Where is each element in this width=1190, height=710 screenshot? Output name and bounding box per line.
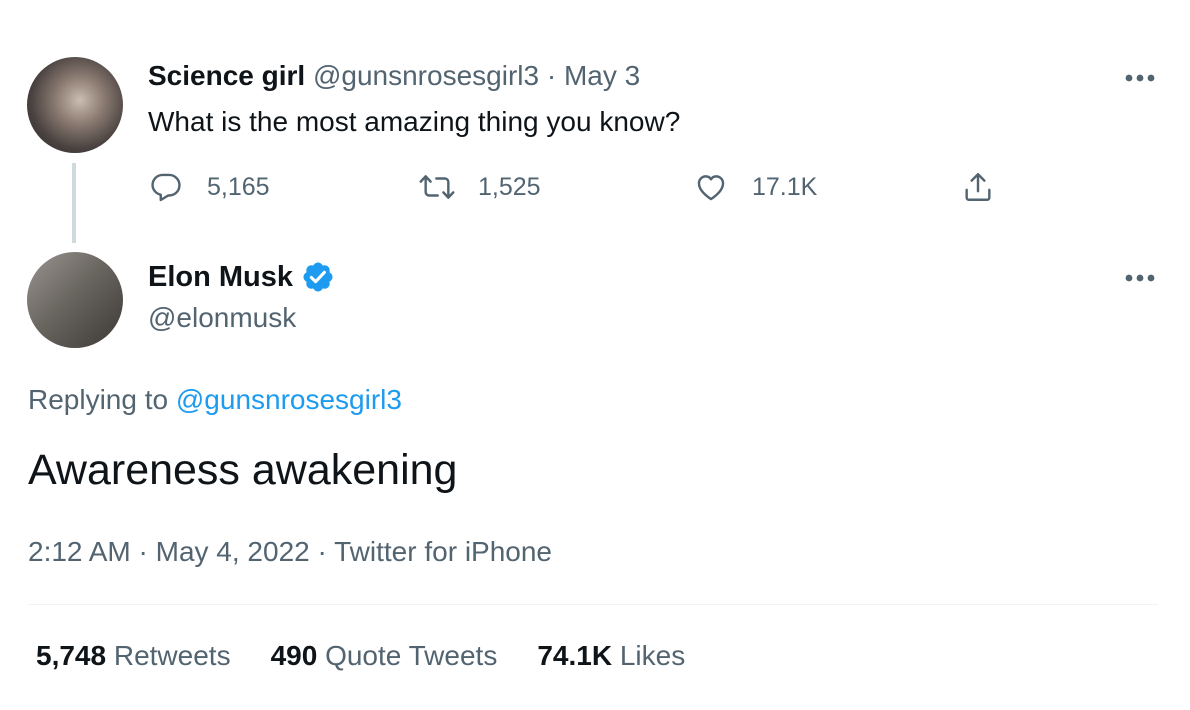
retweets-label: Retweets (113, 640, 231, 671)
parent-separator: · (546, 60, 557, 91)
tweet-metadata: 2:12 AM · May 4, 2022 · Twitter for iPho… (28, 536, 552, 568)
more-dots-icon[interactable] (1124, 273, 1156, 283)
heart-icon (697, 175, 725, 201)
meta-separator: · (130, 536, 156, 567)
share-upload-icon (965, 173, 991, 201)
reply-author: Elon Musk (148, 260, 335, 294)
reply-avatar[interactable] (27, 252, 123, 348)
replying-to-label: Replying to (28, 384, 176, 415)
replying-to-link[interactable]: @gunsnrosesgirl3 (176, 384, 402, 415)
quote-tweets-stat[interactable]: 490 Quote Tweets (271, 640, 498, 672)
thread-connector-line (72, 163, 76, 243)
tweet-source[interactable]: Twitter for iPhone (334, 536, 552, 567)
parent-date[interactable]: May 3 (564, 60, 640, 91)
like-action[interactable]: 17.1K (694, 168, 817, 206)
retweet-arrows-icon (419, 175, 455, 199)
like-count: 17.1K (752, 172, 818, 201)
tweet-time[interactable]: 2:12 AM (28, 536, 131, 567)
retweets-count: 5,748 (36, 640, 107, 671)
speech-bubble-icon (151, 173, 181, 202)
likes-stat[interactable]: 74.1K Likes (537, 640, 685, 672)
verified-badge-icon (303, 262, 333, 292)
more-dots-icon[interactable] (1124, 73, 1156, 83)
tweet-detail-page: Science girl @gunsnrosesgirl3 · May 3 Wh… (0, 0, 1190, 710)
reply-display-name[interactable]: Elon Musk (148, 261, 293, 294)
parent-avatar[interactable] (27, 57, 123, 153)
reply-handle[interactable]: @elonmusk (148, 302, 296, 334)
replying-to: Replying to @gunsnrosesgirl3 (28, 384, 402, 416)
parent-tweet-text: What is the most amazing thing you know? (148, 106, 681, 137)
retweets-stat[interactable]: 5,748 Retweets (36, 640, 231, 672)
reply-action[interactable]: 5,165 (149, 168, 270, 206)
quote-tweets-count: 490 (270, 640, 318, 671)
share-action[interactable] (961, 168, 995, 206)
reply-count: 5,165 (207, 172, 270, 201)
retweet-count: 1,525 (478, 172, 541, 201)
quote-tweets-label: Quote Tweets (325, 640, 498, 671)
reply-tweet-text: Awareness awakening (28, 446, 458, 494)
parent-tweet-header: Science girl @gunsnrosesgirl3 · May 3 (148, 60, 640, 92)
engagement-stats: 5,748 Retweets 490 Quote Tweets 74.1K Li… (36, 640, 725, 672)
meta-separator: · (309, 536, 335, 567)
parent-display-name[interactable]: Science girl (148, 60, 305, 91)
likes-count: 74.1K (537, 640, 613, 671)
likes-label: Likes (619, 640, 686, 671)
retweet-action[interactable]: 1,525 (418, 168, 541, 206)
stats-divider (28, 604, 1158, 605)
parent-handle[interactable]: @gunsnrosesgirl3 (313, 60, 539, 91)
tweet-date[interactable]: May 4, 2022 (156, 536, 310, 567)
